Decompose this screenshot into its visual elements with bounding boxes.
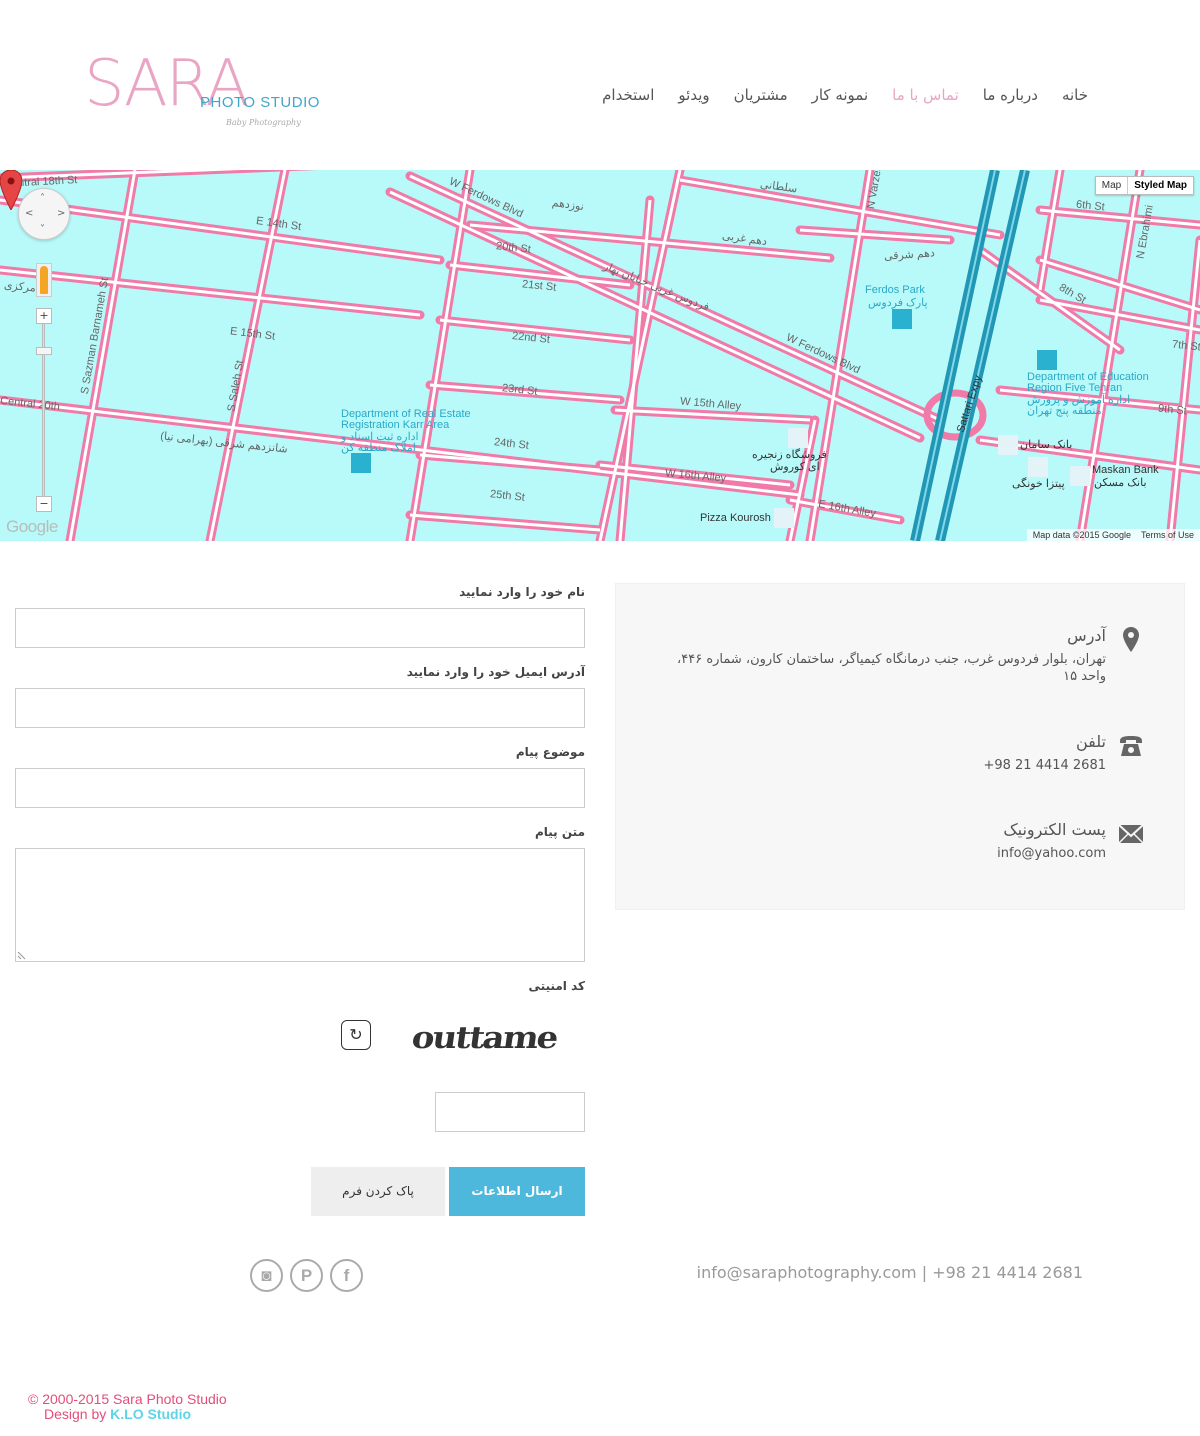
- message-label: متن پیام: [534, 825, 585, 839]
- map-label: بانک سامان: [1020, 439, 1073, 451]
- pan-control[interactable]: ˄ ˅ < >: [18, 188, 70, 240]
- map-poi-marker[interactable]: [1070, 466, 1090, 486]
- map-attribution: Map data ©2015 Google Terms of Use: [1026, 529, 1200, 541]
- nav-clients[interactable]: مشتریان: [734, 86, 788, 104]
- design-credit: Design by K.LO Studio: [44, 1406, 191, 1422]
- terms-of-use-link[interactable]: Terms of Use: [1141, 530, 1194, 540]
- zoom-slider-track[interactable]: [42, 316, 45, 512]
- logo-tagline: Baby Photography: [226, 118, 301, 127]
- nav-home[interactable]: خانه: [1062, 86, 1088, 104]
- logo-photo-studio-text: PHOTO STUDIO: [200, 94, 320, 111]
- phone-text: +98 21 4414 2681: [983, 758, 1106, 773]
- arrow-up-icon[interactable]: ˄: [40, 194, 45, 204]
- map-data-label: Map data ©2015 Google: [1032, 530, 1131, 540]
- main-nav: خانه درباره ما تماس با ما نمونه کار مشتر…: [602, 86, 1088, 104]
- map-label: بانک مسکن: [1094, 477, 1147, 489]
- map-poi-marker[interactable]: [998, 435, 1018, 455]
- map-label: پیتزا خونگی: [1012, 478, 1065, 490]
- submit-button[interactable]: ارسال اطلاعات: [449, 1167, 585, 1216]
- arrow-right-icon[interactable]: >: [57, 209, 65, 219]
- pinterest-icon[interactable]: P: [290, 1259, 323, 1292]
- name-label: نام خود را وارد نمایید: [459, 585, 585, 599]
- arrow-left-icon[interactable]: <: [25, 209, 33, 219]
- contact-info-panel: آدرس تهران، بلوار فردوس غرب، جنب درمانگا…: [615, 583, 1185, 910]
- address-title: آدرس: [1067, 626, 1106, 645]
- subject-label: موضوع پیام: [515, 745, 585, 759]
- nav-portfolio[interactable]: نمونه کار: [812, 86, 869, 104]
- map-type-map-button[interactable]: Map: [1096, 177, 1127, 194]
- map-label: منطقه پنج تهران: [1027, 405, 1102, 417]
- email-input[interactable]: [15, 688, 585, 728]
- message-textarea[interactable]: [15, 848, 585, 962]
- address-text: تهران، بلوار فردوس غرب، جنب درمانگاه کیم…: [677, 652, 1106, 684]
- map-label: ای کوروش: [770, 461, 820, 473]
- captcha-input[interactable]: [435, 1092, 585, 1132]
- google-logo: Google: [6, 517, 58, 536]
- nav-video[interactable]: ویدئو: [678, 86, 709, 104]
- email-title: پست الکترونیک: [1003, 820, 1106, 839]
- name-input[interactable]: [15, 608, 585, 648]
- phone-block: تلفن +98 21 4414 2681: [983, 732, 1144, 774]
- map-marker-icon: [1123, 627, 1139, 652]
- map-type-styled-button[interactable]: Styled Map: [1127, 177, 1193, 194]
- envelope-icon: [1118, 824, 1144, 844]
- zoom-out-button[interactable]: −: [36, 496, 52, 512]
- captcha-label: کد امنیتی: [528, 979, 585, 993]
- copyright: © 2000-2015 Sara Photo Studio: [28, 1391, 227, 1407]
- instagram-icon[interactable]: ◙: [250, 1259, 283, 1292]
- map-poi-marker[interactable]: [892, 309, 912, 329]
- map-label: Pizza Kourosh: [700, 512, 771, 524]
- design-prefix: Design by: [44, 1406, 111, 1422]
- email-block: پست الکترونیک info@yahoo.com: [997, 820, 1144, 862]
- zoom-in-button[interactable]: +: [36, 308, 52, 324]
- street-view-pegman-icon[interactable]: [36, 263, 52, 297]
- zoom-slider-handle[interactable]: [36, 347, 52, 355]
- footer-contact: info@saraphotography.com | +98 21 4414 2…: [696, 1263, 1083, 1282]
- captcha-image: outtame: [409, 1020, 559, 1056]
- address-block: آدرس تهران، بلوار فردوس غرب، جنب درمانگا…: [664, 626, 1144, 685]
- map-poi-marker[interactable]: [788, 428, 808, 448]
- map-label: Maskan Bank: [1092, 464, 1159, 476]
- google-map[interactable]: Central 18th St E 14th St E 15th St S Sa…: [0, 170, 1200, 541]
- map-poi-marker[interactable]: [1037, 350, 1057, 370]
- site-logo[interactable]: SARA PHOTO STUDIO Baby Photography: [84, 52, 334, 136]
- email-text: info@yahoo.com: [997, 846, 1106, 861]
- phone-icon: [1120, 736, 1142, 756]
- email-label: آدرس ایمیل خود را وارد نمایید: [406, 665, 585, 679]
- arrow-down-icon[interactable]: ˅: [40, 225, 45, 235]
- map-poi-marker[interactable]: [1028, 457, 1048, 477]
- map-type-control: Map Styled Map: [1094, 176, 1194, 195]
- clear-form-button[interactable]: پاک کردن فرم: [311, 1167, 445, 1216]
- map-label: Ferdos Park: [865, 284, 925, 296]
- design-studio-link[interactable]: K.LO Studio: [110, 1406, 191, 1422]
- nav-contact[interactable]: تماس با ما: [892, 86, 959, 104]
- subject-input[interactable]: [15, 768, 585, 808]
- nav-about[interactable]: درباره ما: [983, 86, 1038, 104]
- nav-careers[interactable]: استخدام: [602, 86, 654, 104]
- map-label: پارک فردوس: [868, 297, 928, 309]
- map-poi-marker[interactable]: [774, 508, 794, 528]
- map-poi-marker[interactable]: [351, 453, 371, 473]
- phone-title: تلفن: [1075, 732, 1106, 751]
- facebook-icon[interactable]: f: [330, 1259, 363, 1292]
- refresh-captcha-icon[interactable]: ↻: [341, 1020, 371, 1050]
- resize-handle-icon[interactable]: [17, 950, 27, 960]
